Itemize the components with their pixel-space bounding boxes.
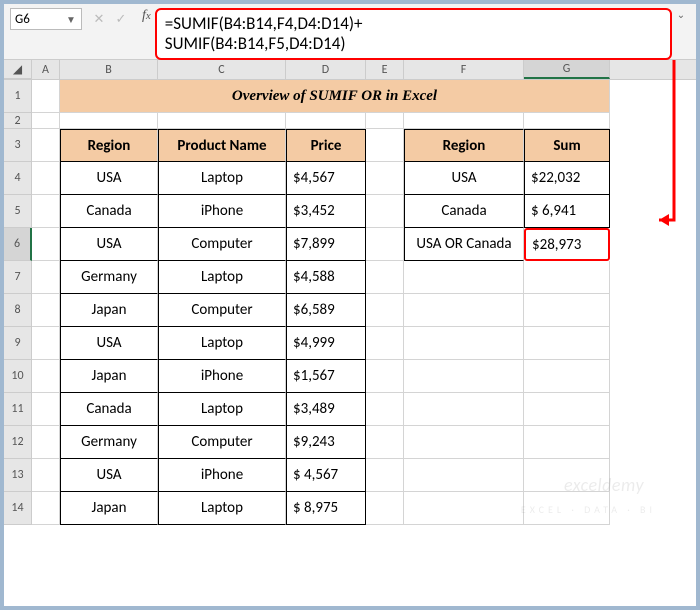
watermark-text: exceldemy bbox=[564, 474, 644, 496]
annotation-arrow bbox=[4, 4, 700, 614]
watermark-sub: EXCEL · DATA · BI bbox=[521, 503, 656, 516]
